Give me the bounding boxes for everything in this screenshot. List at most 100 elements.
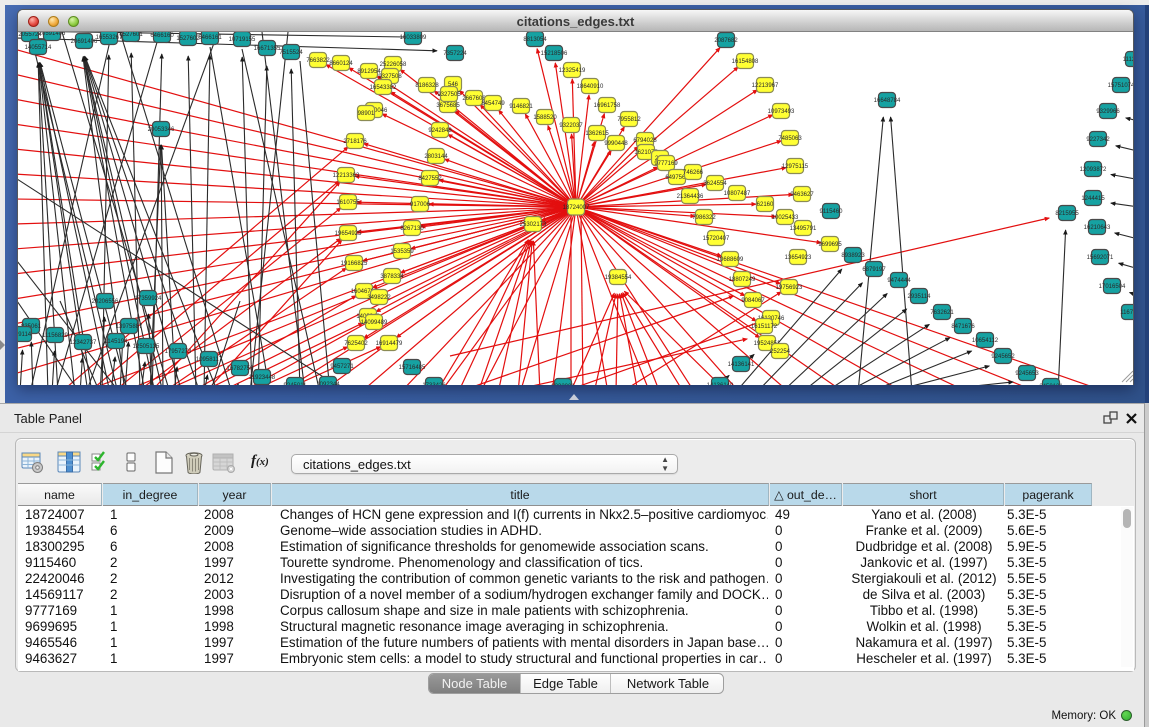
svg-text:6879197: 6879197 <box>862 267 886 273</box>
svg-text:16671355: 16671355 <box>254 46 281 52</box>
svg-text:9474444: 9474444 <box>887 278 911 284</box>
svg-text:6794028: 6794028 <box>633 138 657 144</box>
svg-text:2718176: 2718176 <box>343 139 367 145</box>
svg-text:3878334: 3878334 <box>380 274 404 280</box>
svg-text:1610755: 1610755 <box>336 200 360 206</box>
svg-text:17957273: 17957273 <box>165 349 192 355</box>
svg-text:7955812: 7955812 <box>617 117 641 123</box>
svg-text:8813054: 8813054 <box>523 37 547 43</box>
svg-text:16151172: 16151172 <box>751 324 778 330</box>
svg-text:8427552: 8427552 <box>418 176 442 182</box>
svg-text:18724007: 18724007 <box>563 205 590 211</box>
svg-text:16210643: 16210643 <box>1084 225 1111 231</box>
svg-text:7986322: 7986322 <box>692 215 716 221</box>
svg-text:14136141: 14136141 <box>728 362 755 368</box>
svg-text:18640910: 18640910 <box>577 84 604 90</box>
svg-text:16154808: 16154808 <box>732 59 759 65</box>
svg-text:9084067: 9084067 <box>741 298 765 304</box>
svg-text:7515524: 7515524 <box>279 50 303 56</box>
svg-text:16782759: 16782759 <box>227 366 254 372</box>
svg-text:7663822: 7663822 <box>306 58 330 64</box>
svg-text:11156829: 11156829 <box>42 333 68 339</box>
svg-text:9322037: 9322037 <box>559 123 583 129</box>
svg-text:25226058: 25226058 <box>380 62 407 68</box>
svg-text:2450121: 2450121 <box>1039 384 1063 385</box>
svg-text:12505135: 12505135 <box>133 344 160 350</box>
svg-text:10688609: 10688609 <box>717 257 744 263</box>
svg-text:9245653: 9245653 <box>1015 371 1039 377</box>
svg-text:9990448: 9990448 <box>604 141 628 147</box>
svg-text:3675685: 3675685 <box>436 103 460 109</box>
svg-text:7632621: 7632621 <box>930 310 954 316</box>
svg-text:14055714: 14055714 <box>25 45 52 51</box>
svg-text:9245011: 9245011 <box>284 383 308 385</box>
svg-text:20691406: 20691406 <box>71 39 98 45</box>
svg-text:16033809: 16033809 <box>400 35 427 41</box>
svg-text:2935114: 2935114 <box>908 294 932 300</box>
svg-text:12213967: 12213967 <box>752 83 779 89</box>
svg-text:116753: 116753 <box>1120 310 1133 316</box>
svg-text:6466161: 6466161 <box>198 35 222 41</box>
svg-text:1244415: 1244415 <box>1081 196 1105 202</box>
svg-text:10025433: 10025433 <box>772 215 799 221</box>
svg-text:1733426: 1733426 <box>422 383 446 385</box>
svg-text:9227342: 9227342 <box>1086 137 1110 143</box>
svg-text:15716485: 15716485 <box>399 365 426 371</box>
svg-text:10807487: 10807487 <box>724 191 751 197</box>
svg-text:20591406: 20591406 <box>39 32 66 37</box>
svg-text:25302173: 25302173 <box>520 222 547 228</box>
svg-text:2803144: 2803144 <box>424 154 448 160</box>
svg-text:746266: 746266 <box>683 170 704 176</box>
svg-text:15751074: 15751074 <box>1108 83 1133 89</box>
svg-text:14099489: 14099489 <box>361 320 388 326</box>
svg-text:8267130: 8267130 <box>400 226 424 232</box>
svg-text:12342737: 12342737 <box>70 340 97 346</box>
svg-text:9327505: 9327505 <box>437 92 461 98</box>
svg-text:8215955: 8215955 <box>1055 211 1079 217</box>
svg-text:13495791: 13495791 <box>790 226 817 232</box>
svg-text:16914479: 16914479 <box>376 341 403 347</box>
svg-text:1092344: 1092344 <box>316 382 340 385</box>
svg-text:1535359: 1535359 <box>390 249 414 255</box>
svg-text:8186328: 8186328 <box>415 83 439 89</box>
svg-text:14136140: 14136140 <box>707 383 734 385</box>
svg-text:17359924: 17359924 <box>135 296 162 302</box>
svg-text:16648784: 16648784 <box>874 98 901 104</box>
svg-text:1112053: 1112053 <box>1123 57 1133 63</box>
svg-text:12975115: 12975115 <box>782 164 809 170</box>
svg-text:9242848: 9242848 <box>428 128 452 134</box>
svg-text:8471676: 8471676 <box>951 324 975 330</box>
svg-text:9463627: 9463627 <box>790 192 814 198</box>
svg-text:7625402: 7625402 <box>344 341 368 347</box>
svg-text:7485063: 7485063 <box>778 136 802 142</box>
svg-text:10654112: 10654112 <box>972 338 999 344</box>
svg-text:8454749: 8454749 <box>481 101 505 107</box>
svg-text:19756923: 19756923 <box>776 285 803 291</box>
svg-text:3624554: 3624554 <box>703 181 727 187</box>
svg-text:8660124: 8660124 <box>329 61 353 67</box>
svg-text:21364436: 21364436 <box>677 194 704 200</box>
svg-text:9232001: 9232001 <box>551 384 575 385</box>
svg-text:15218506: 15218506 <box>541 51 568 57</box>
svg-text:9699695: 9699695 <box>818 242 842 248</box>
svg-text:9146821: 9146821 <box>509 104 533 110</box>
svg-text:13654923: 13654923 <box>785 255 812 261</box>
svg-text:62160: 62160 <box>757 202 774 208</box>
svg-text:98901: 98901 <box>358 111 375 117</box>
svg-text:1588520: 1588520 <box>533 115 557 121</box>
svg-text:16543382: 16543382 <box>370 85 397 91</box>
svg-text:3498222: 3498222 <box>367 295 391 301</box>
svg-text:9457271: 9457271 <box>330 364 354 370</box>
svg-text:19166825: 19166825 <box>341 261 368 267</box>
svg-text:19654925: 19654925 <box>335 231 362 237</box>
svg-text:13975887: 13975887 <box>116 324 143 330</box>
svg-text:15720407: 15720407 <box>703 236 730 242</box>
svg-text:10958117: 10958117 <box>196 357 223 363</box>
svg-text:15692071: 15692071 <box>1087 255 1114 261</box>
svg-text:18807249: 18807249 <box>729 277 756 283</box>
svg-text:8938923: 8938923 <box>841 253 865 259</box>
svg-text:9777169: 9777169 <box>654 161 678 167</box>
svg-text:1145194: 1145194 <box>105 339 129 345</box>
svg-text:20053346: 20053346 <box>148 127 175 133</box>
svg-text:7357224: 7357224 <box>443 51 467 57</box>
